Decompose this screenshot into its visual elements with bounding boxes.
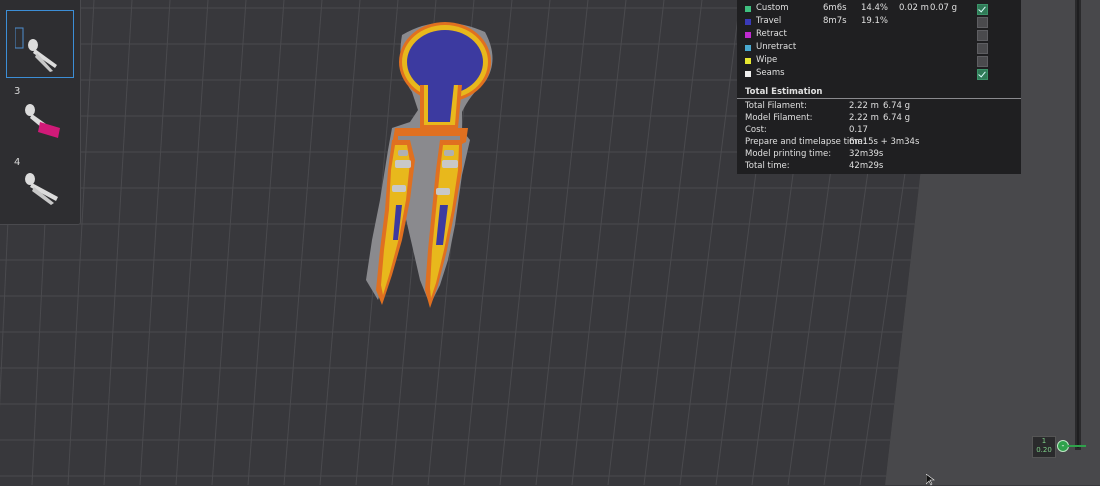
estimation-value: 6m15s + 3m34s <box>849 137 920 147</box>
estimation-value: 32m39s <box>849 149 884 159</box>
estimation-value: 0.17 <box>849 125 868 135</box>
estimation-key: Model printing time: <box>745 149 832 159</box>
legend-visibility-checkbox[interactable] <box>977 56 988 67</box>
gcode-legend-panel: Custom 6m6s 14.4% 0.02 m 0.07 g Travel 8m7s 19.… <box>737 0 1021 174</box>
estimation-key: Cost: <box>745 125 767 135</box>
mouse-cursor-icon <box>926 474 935 486</box>
legend-visibility-checkbox[interactable] <box>977 4 988 15</box>
legend-percent: 14.4% <box>861 3 889 13</box>
legend-color-swatch <box>745 71 751 77</box>
legend-label: Seams <box>756 68 785 78</box>
legend-label: Custom <box>756 3 789 13</box>
legend-percent: 19.1% <box>861 16 889 26</box>
estimation-row: Model printing time: 32m39s <box>745 149 1015 161</box>
estimation-row: Prepare and timelapse time: 6m15s + 3m34s <box>745 137 1015 149</box>
legend-color-swatch <box>745 45 751 51</box>
divider <box>737 98 1021 99</box>
legend-time: 8m7s <box>823 16 847 26</box>
plate-preview-icon <box>25 104 60 138</box>
legend-visibility-checkbox[interactable] <box>977 43 988 54</box>
layer-slider-line <box>1077 0 1079 448</box>
legend-row-custom: Custom 6m6s 14.4% 0.02 m 0.07 g <box>737 3 1021 16</box>
knob-icon: - <box>1061 441 1065 450</box>
estimation-value: 42m29s <box>849 161 884 171</box>
legend-time: 6m6s <box>823 3 847 13</box>
legend-row-seams: Seams <box>737 68 1021 81</box>
estimation-value: 2.22 m <box>849 101 879 111</box>
estimation-row: Model Filament: 2.22 m 6.74 g <box>745 113 1015 125</box>
plate-thumbnail-2[interactable] <box>6 10 74 78</box>
legend-weight: 0.07 g <box>930 3 958 13</box>
legend-visibility-checkbox[interactable] <box>977 69 988 80</box>
legend-length: 0.02 m <box>899 3 929 13</box>
legend-label: Travel <box>756 16 782 26</box>
plate-list-panel: 3 4 <box>0 0 81 225</box>
legend-label: Wipe <box>756 55 778 65</box>
estimation-value-secondary: 6.74 g <box>883 101 911 111</box>
estimation-key: Model Filament: <box>745 113 813 123</box>
layer-slider-label: 1 0.20 <box>1032 436 1056 458</box>
legend-row-travel: Travel 8m7s 19.1% <box>737 16 1021 29</box>
estimation-row: Cost: 0.17 <box>745 125 1015 137</box>
legend-row-wipe: Wipe <box>737 55 1021 68</box>
layer-slider-tick <box>1068 445 1086 447</box>
legend-color-swatch <box>745 19 751 25</box>
plate-thumbnail-4[interactable]: 4 <box>6 155 72 221</box>
legend-label: Retract <box>756 29 787 39</box>
legend-color-swatch <box>745 58 751 64</box>
estimation-key: Total Filament: <box>745 101 807 111</box>
plate-thumbnail-3[interactable]: 3 <box>6 84 72 150</box>
estimation-value-secondary: 6.74 g <box>883 113 911 123</box>
estimation-value: 2.22 m <box>849 113 879 123</box>
estimation-row: Total time: 42m29s <box>745 161 1015 173</box>
layer-number: 1 <box>1041 437 1047 445</box>
layer-height: 0.20 <box>1036 446 1052 454</box>
plate-preview-icon <box>25 173 58 205</box>
legend-row-retract: Retract <box>737 29 1021 42</box>
estimation-row: Total Filament: 2.22 m 6.74 g <box>745 101 1015 113</box>
legend-color-swatch <box>745 32 751 38</box>
legend-row-unretract: Unretract <box>737 42 1021 55</box>
estimation-key: Prepare and timelapse time: <box>745 137 866 147</box>
total-estimation-title: Total Estimation <box>745 87 823 97</box>
legend-color-swatch <box>745 6 751 12</box>
legend-visibility-checkbox[interactable] <box>977 30 988 41</box>
estimation-key: Total time: <box>745 161 790 171</box>
legend-label: Unretract <box>756 42 797 52</box>
plate-preview-icon <box>15 27 57 72</box>
legend-visibility-checkbox[interactable] <box>977 17 988 28</box>
